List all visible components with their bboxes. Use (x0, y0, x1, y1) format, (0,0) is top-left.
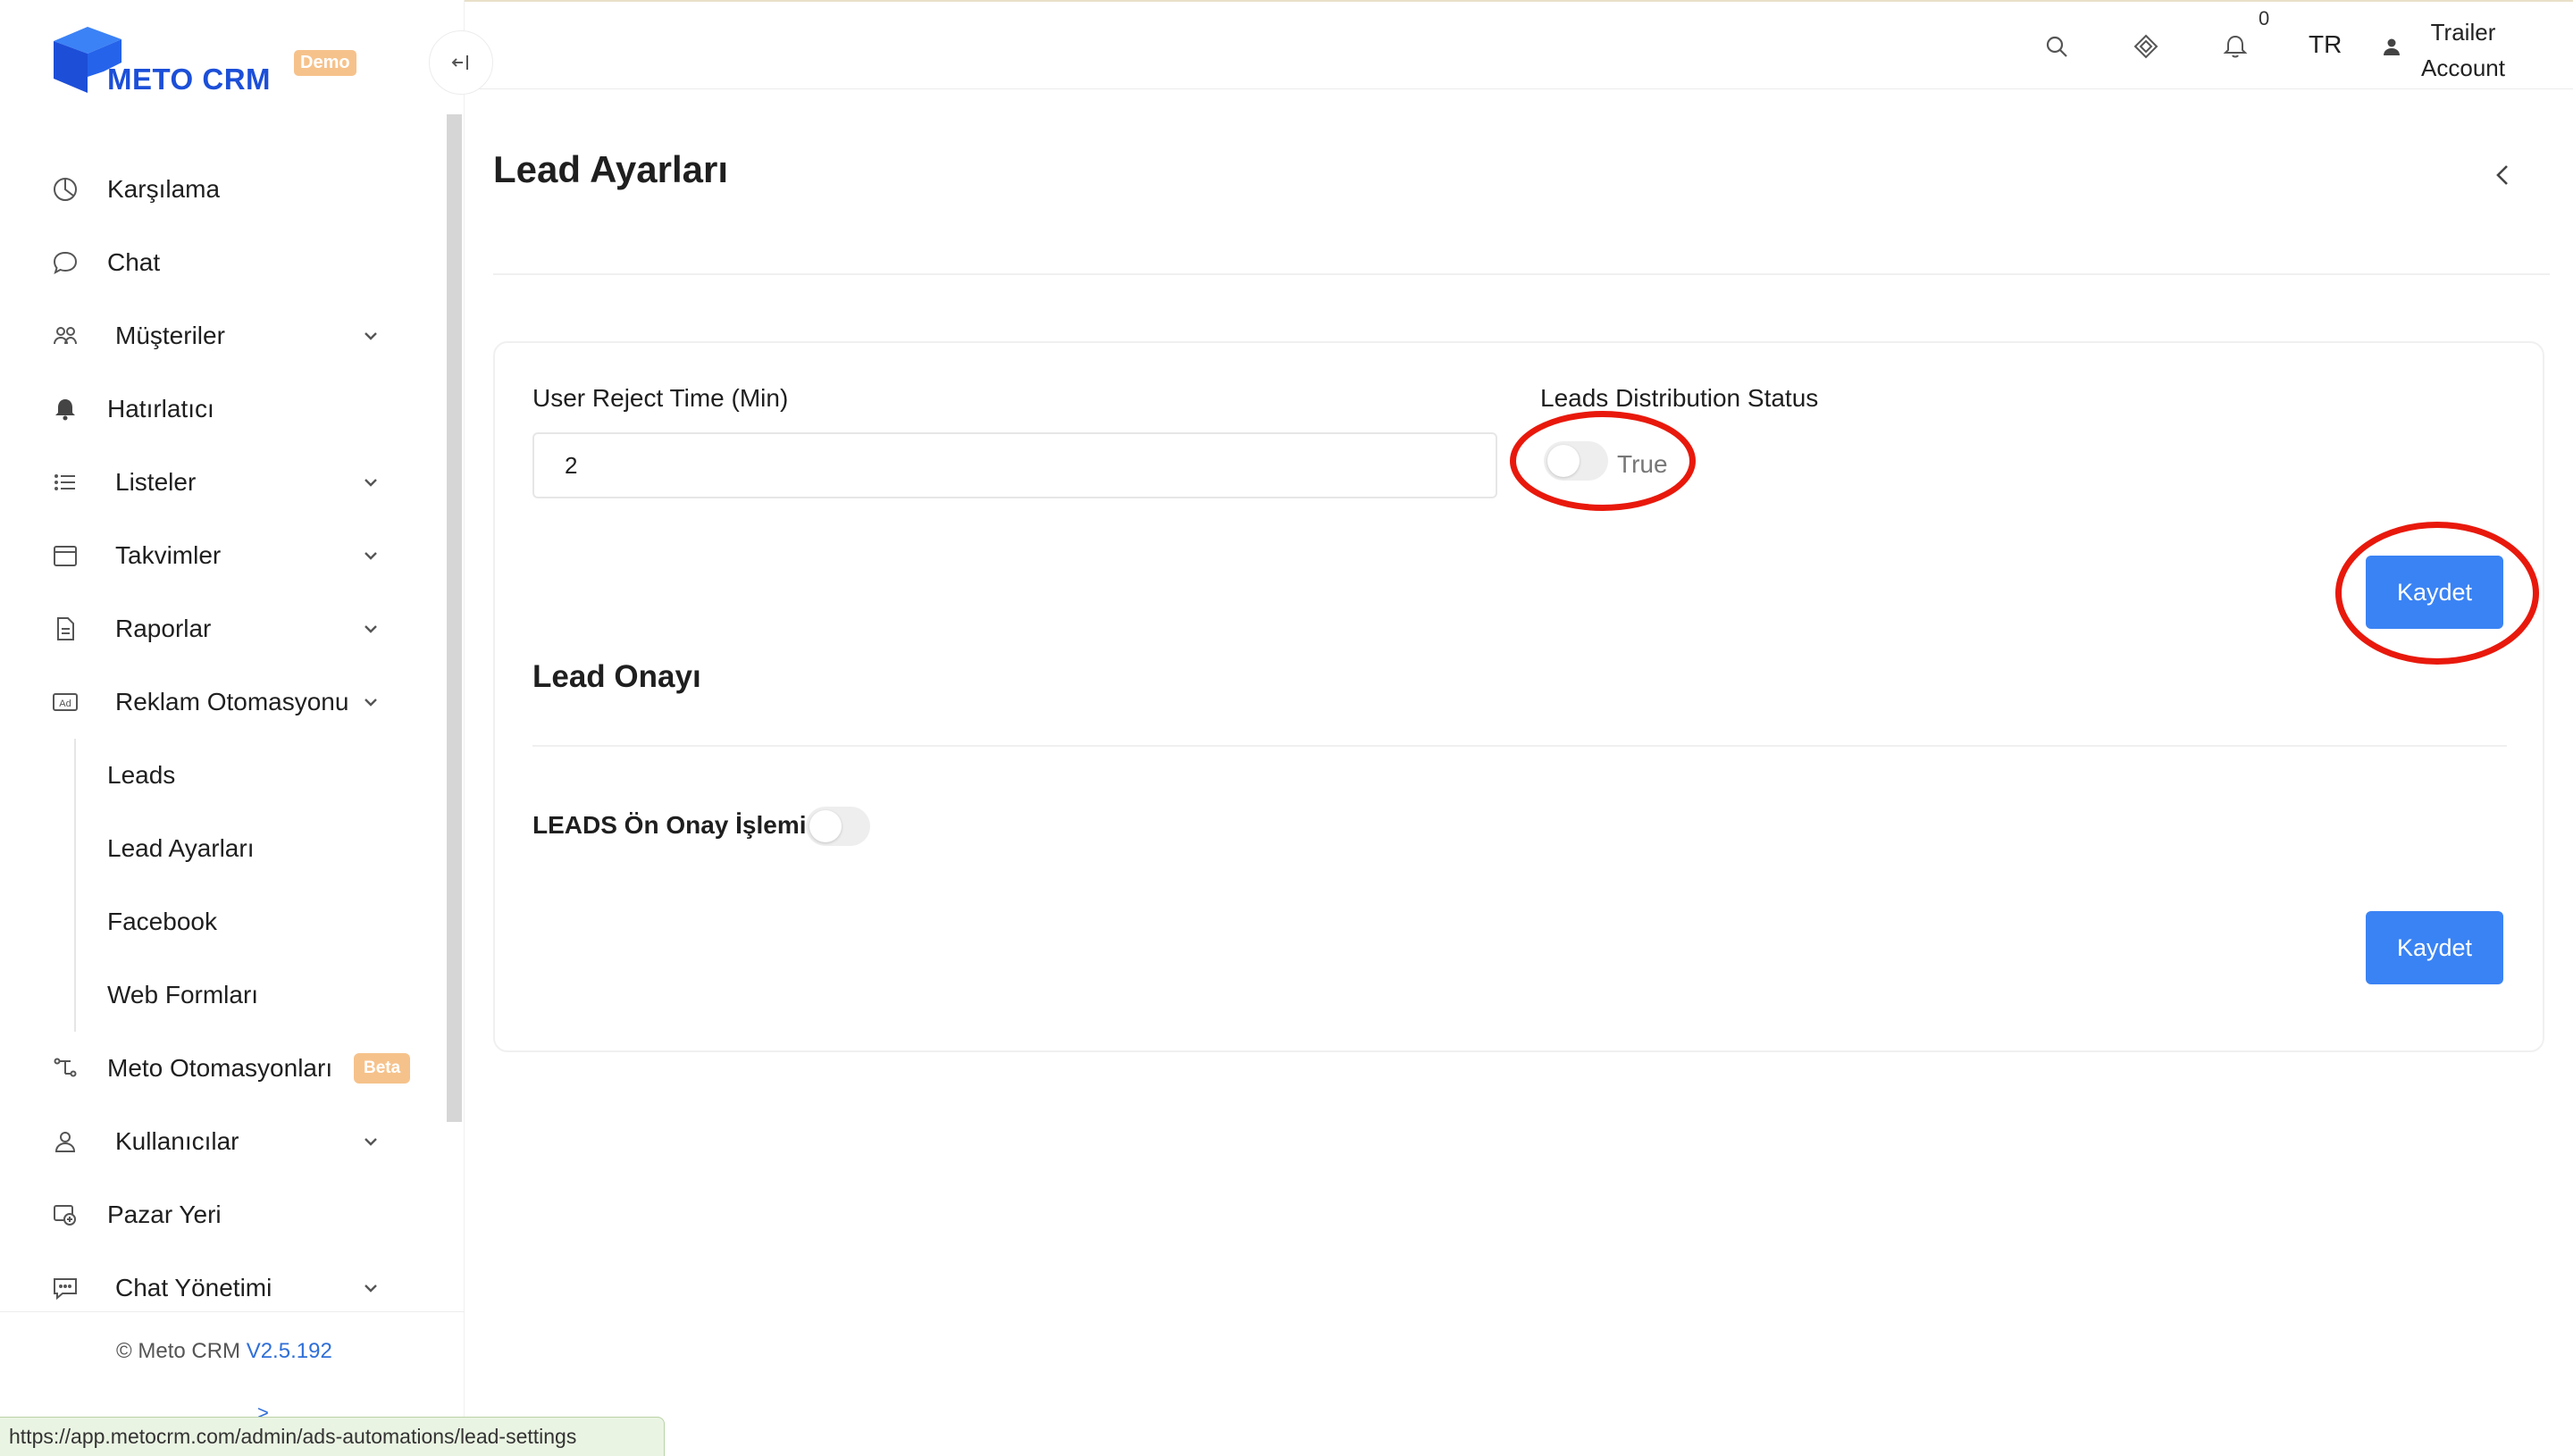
save-approval-button[interactable]: Kaydet (2366, 911, 2503, 984)
title-divider (493, 273, 2550, 275)
reject-time-input[interactable] (532, 432, 1497, 498)
toggle-knob (1547, 445, 1580, 477)
distribution-status-label: Leads Distribution Status (1540, 384, 1819, 412)
sidebar-subitem-web-formlari[interactable]: Web Formları (0, 958, 447, 1032)
marketplace-icon (50, 1200, 80, 1230)
sidebar-item-label: Raporlar (115, 615, 212, 642)
sidebar-item-listeler[interactable]: Listeler (0, 446, 447, 519)
sidebar-item-chat[interactable]: Chat (0, 226, 447, 299)
sidebar-subitem-label: Facebook (107, 908, 217, 935)
lead-approval-title: Lead Onayı (532, 659, 701, 694)
chat-bubble-icon (50, 247, 80, 278)
chevron-down-icon (359, 690, 382, 714)
save-button[interactable]: Kaydet (2366, 556, 2503, 629)
list-icon (50, 467, 80, 498)
sidebar-item-meto-otomasyonlari[interactable]: Meto Otomasyonları Beta (0, 1032, 447, 1105)
sidebar-item-musteriler[interactable]: Müşteriler (0, 299, 447, 372)
sidebar-subitem-lead-ayarlari[interactable]: Lead Ayarları (0, 812, 447, 885)
report-icon (50, 614, 80, 644)
account-name[interactable]: Trailer Account (2405, 14, 2521, 86)
user-icon (2384, 38, 2400, 55)
sidebar-item-pazar-yeri[interactable]: Pazar Yeri (0, 1178, 447, 1251)
sidebar-item-label: Reklam Otomasyonu (115, 688, 349, 715)
ad-icon: Ad (50, 687, 80, 717)
sidebar-item-reklam-otomasyonu[interactable]: Ad Reklam Otomasyonu (0, 665, 447, 739)
sidebar-item-label: Chat Yönetimi (115, 1274, 272, 1301)
sidebar-item-hatirlatici[interactable]: Hatırlatıcı (0, 372, 447, 446)
status-bar-url: https://app.metocrm.com/admin/ads-automa… (0, 1417, 665, 1456)
chevron-down-icon (359, 471, 382, 494)
pie-chart-icon (50, 174, 80, 205)
reklam-otomasyonu-submenu: Leads Lead Ayarları Facebook Web Formlar… (0, 739, 447, 1032)
sidebar-item-label: Pazar Yeri (107, 1201, 222, 1228)
chevron-left-icon[interactable] (2491, 159, 2516, 191)
sidebar-item-raporlar[interactable]: Raporlar (0, 592, 447, 665)
sidebar-item-label: Meto Otomasyonları (107, 1054, 333, 1082)
sidebar-subitem-label: Web Formları (107, 981, 259, 1008)
sidebar-item-karsilama[interactable]: Karşılama (0, 153, 447, 226)
sidebar-item-takvimler[interactable]: Takvimler (0, 519, 447, 592)
sidebar-item-label: Chat (107, 248, 161, 276)
bell-icon (50, 394, 80, 424)
collapse-sidebar-button[interactable] (429, 30, 493, 95)
chevron-down-icon (359, 1276, 382, 1300)
page-title: Lead Ayarları (493, 148, 729, 190)
automation-icon (50, 1053, 80, 1084)
user-icon (50, 1126, 80, 1157)
sidebar-item-label: Kullanıcılar (115, 1127, 239, 1155)
language-selector[interactable]: TR (2309, 30, 2342, 59)
collapse-left-icon (451, 55, 468, 70)
distribution-status-text: True (1617, 450, 1668, 478)
sidebar-nav: Karşılama Chat Müşteriler Hatırlatıcı Li… (0, 153, 447, 1325)
top-header: 0 TR Trailer Account (465, 0, 2573, 89)
sidebar-item-label: Listeler (115, 468, 197, 496)
notification-count: 0 (2259, 7, 2270, 29)
sidebar-subitem-facebook[interactable]: Facebook (0, 885, 447, 958)
sidebar-subitem-leads[interactable]: Leads (0, 739, 447, 812)
sidebar: METO CRM Demo Karşılama Chat Müşteriler (0, 0, 465, 1456)
sidebar-subitem-label: Leads (107, 761, 176, 789)
sidebar-item-label: Takvimler (115, 541, 222, 569)
logo-text: METO CRM (107, 63, 272, 96)
chevron-down-icon (359, 324, 382, 347)
app-logo[interactable]: METO CRM Demo (48, 23, 370, 96)
version-text: V2.5.192 (246, 1339, 332, 1363)
reject-time-label: User Reject Time (Min) (532, 384, 789, 412)
chevron-down-icon (359, 617, 382, 640)
sidebar-item-label: Müşteriler (115, 322, 225, 349)
sidebar-item-label: Hatırlatıcı (107, 395, 214, 423)
distribution-status-toggle[interactable] (1544, 441, 1608, 481)
users-icon (50, 321, 80, 351)
demo-badge: Demo (294, 50, 356, 76)
apps-icon[interactable] (2128, 29, 2164, 64)
pre-approval-toggle[interactable] (806, 807, 870, 846)
pre-approval-label: LEADS Ön Onay İşlemi (532, 811, 807, 839)
chevron-down-icon (359, 544, 382, 567)
bell-icon[interactable] (2217, 29, 2253, 64)
toggle-knob (809, 810, 842, 842)
calendar-icon (50, 540, 80, 571)
svg-text:Ad: Ad (59, 699, 71, 709)
sidebar-scrollbar[interactable] (447, 114, 462, 1122)
sidebar-item-label: Karşılama (107, 175, 221, 203)
beta-badge: Beta (354, 1053, 411, 1084)
chat-manage-icon (50, 1273, 80, 1303)
footer-copyright: © Meto CRM V2.5.192 (116, 1339, 332, 1364)
sidebar-subitem-label: Lead Ayarları (107, 834, 255, 862)
chevron-down-icon (359, 1130, 382, 1153)
sidebar-item-kullanicilar[interactable]: Kullanıcılar (0, 1105, 447, 1178)
section-divider (532, 745, 2507, 747)
copyright-text: © Meto CRM (116, 1339, 241, 1363)
search-icon[interactable] (2039, 29, 2074, 64)
